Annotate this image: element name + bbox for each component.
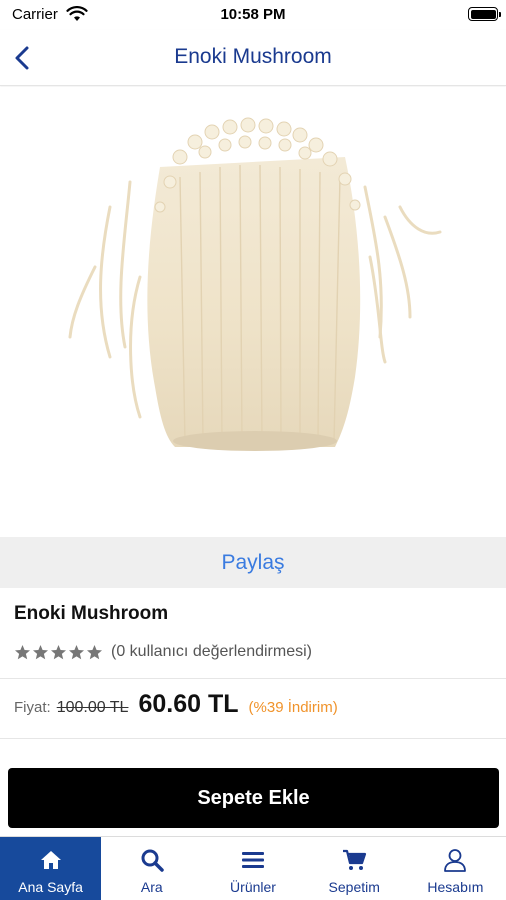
product-name: Enoki Mushroom bbox=[14, 603, 169, 624]
price-row: Fiyat: 100.00 TL 60.60 TL (%39 İndirim) bbox=[14, 690, 338, 724]
mushroom-stems bbox=[147, 157, 361, 447]
rating-row: (0 kullanıcı değerlendirmesi) bbox=[14, 641, 312, 663]
battery-icon bbox=[468, 7, 501, 21]
menu-icon bbox=[242, 852, 264, 868]
star-icon bbox=[69, 644, 84, 659]
discount-badge: (%39 İndirim) bbox=[248, 699, 338, 716]
share-label: Paylaş bbox=[221, 551, 285, 574]
product-image bbox=[0, 87, 506, 536]
enoki-mushroom-photo bbox=[68, 117, 442, 451]
tab-products[interactable]: Ürünler bbox=[202, 837, 303, 900]
navigation-bar: Enoki Mushroom bbox=[0, 30, 506, 86]
add-to-cart-button[interactable]: Sepete Ekle bbox=[8, 768, 499, 828]
page-title: Enoki Mushroom bbox=[174, 45, 332, 68]
tab-label: Ana Sayfa bbox=[18, 879, 83, 895]
tab-label: Hesabım bbox=[427, 879, 484, 895]
star-icon bbox=[33, 644, 48, 659]
star-icon bbox=[15, 644, 30, 659]
tab-label: Ara bbox=[140, 879, 163, 895]
old-price: 100.00 TL bbox=[56, 699, 129, 716]
new-price: 60.60 TL bbox=[138, 690, 239, 718]
rating-count: (0 kullanıcı değerlendirmesi) bbox=[111, 643, 312, 660]
price-label: Fiyat: bbox=[14, 699, 51, 716]
mushroom-base bbox=[173, 431, 337, 451]
cart-icon bbox=[343, 849, 367, 870]
divider bbox=[0, 738, 506, 739]
tab-account[interactable]: Hesabım bbox=[405, 837, 506, 900]
star-icon bbox=[51, 644, 66, 659]
share-button[interactable]: Paylaş bbox=[0, 537, 506, 588]
tab-cart[interactable]: Sepetim bbox=[304, 837, 405, 900]
tab-bar: Ana Sayfa Ara Ürünler Sepetim Hesabım bbox=[0, 836, 506, 900]
clock: 10:58 PM bbox=[220, 6, 286, 23]
rating-stars bbox=[14, 644, 103, 661]
status-bar: Carrier 10:58 PM bbox=[0, 0, 506, 30]
tab-home[interactable]: Ana Sayfa bbox=[0, 837, 102, 900]
tab-label: Ürünler bbox=[230, 879, 276, 895]
tab-label: Sepetim bbox=[328, 879, 380, 895]
search-icon bbox=[141, 849, 164, 872]
user-icon bbox=[444, 849, 467, 872]
star-icon bbox=[87, 644, 102, 659]
tab-search[interactable]: Ara bbox=[101, 837, 202, 900]
divider bbox=[0, 678, 506, 679]
home-icon bbox=[40, 851, 61, 869]
